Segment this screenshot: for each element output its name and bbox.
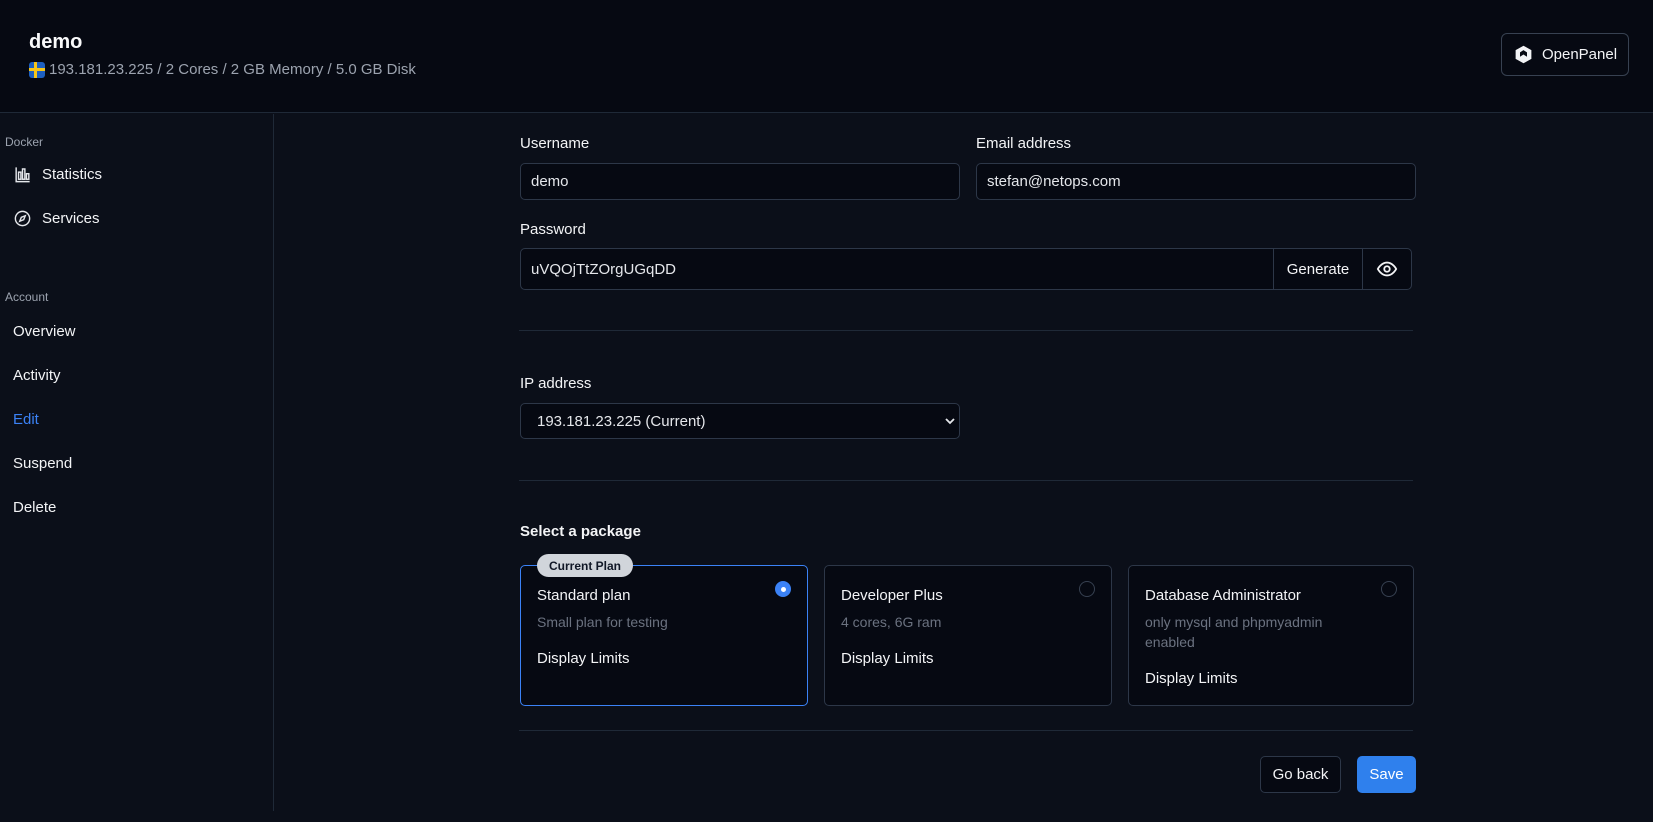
username-label: Username [520,135,590,152]
package-name: Standard plan [537,587,631,604]
ip-address-selected-value: 193.181.23.225 (Current) [537,412,706,430]
package-radio[interactable] [775,581,791,597]
openpanel-button[interactable]: OpenPanel [1501,33,1629,76]
server-summary: 193.181.23.225 / 2 Cores / 2 GB Memory /… [29,61,416,78]
display-limits-link[interactable]: Display Limits [841,650,934,667]
package-card-database-administrator[interactable]: Database Administrator only mysql and ph… [1128,565,1414,706]
sidebar-item-statistics[interactable]: Statistics [13,165,102,184]
sidebar-item-delete[interactable]: Delete [13,499,56,516]
sidebar-section-docker: Docker [5,135,44,149]
sidebar-item-suspend[interactable]: Suspend [13,455,72,472]
compass-icon [14,210,31,227]
package-description: Small plan for testing [537,614,668,630]
package-description-line: enabled [1145,634,1195,650]
package-description: 4 cores, 6G ram [841,614,942,630]
package-description-line: only mysql and phpmyadmin [1145,614,1323,630]
sweden-flag-icon [29,61,45,78]
go-back-button[interactable]: Go back [1260,756,1341,793]
package-name: Database Administrator [1145,587,1301,604]
sidebar-item-overview[interactable]: Overview [13,323,76,340]
divider [519,730,1413,731]
sidebar: Docker Statistics Services Account Overv… [0,114,274,811]
divider [519,480,1413,481]
eye-icon [1376,261,1398,277]
email-label: Email address [976,135,1072,152]
package-card-developer-plus[interactable]: Developer Plus 4 cores, 6G ram Display L… [824,565,1112,706]
edit-user-form: Username demo Email address stefan@netop… [275,114,1653,822]
sidebar-item-activity[interactable]: Activity [13,367,61,384]
save-button[interactable]: Save [1357,756,1416,793]
ip-address-label: IP address [520,375,592,392]
package-card-standard[interactable]: Standard plan Small plan for testing Dis… [520,565,808,706]
chart-bar-icon [15,167,30,183]
username-input[interactable]: demo [520,163,960,200]
sidebar-item-label: Services [42,210,100,227]
divider [519,330,1413,331]
generate-password-button[interactable]: Generate [1273,248,1363,290]
openpanel-logo-icon [1515,45,1532,64]
sidebar-item-label: Statistics [42,166,103,183]
package-heading: Select a package [520,523,641,540]
password-input[interactable]: uVQOjTtZOrgUGqDD [520,248,1274,290]
package-name: Developer Plus [841,587,943,604]
ip-address-select[interactable]: 193.181.23.225 (Current) [520,403,960,439]
package-radio[interactable] [1079,581,1095,597]
sidebar-section-account: Account [5,290,49,304]
top-header: demo 193.181.23.225 / 2 Cores / 2 GB Mem… [0,0,1653,113]
current-plan-badge: Current Plan [537,554,634,577]
email-input[interactable]: stefan@netops.com [976,163,1416,200]
password-label: Password [520,221,586,238]
display-limits-link[interactable]: Display Limits [537,650,630,667]
sidebar-item-services[interactable]: Services [13,209,100,228]
display-limits-link[interactable]: Display Limits [1145,670,1238,687]
toggle-password-visibility-button[interactable] [1362,248,1412,290]
sidebar-item-edit[interactable]: Edit [13,411,39,428]
server-summary-text: 193.181.23.225 / 2 Cores / 2 GB Memory /… [49,61,416,78]
page-title: demo [29,31,83,53]
openpanel-label: OpenPanel [1541,46,1618,63]
chevron-down-icon [945,418,955,425]
package-radio[interactable] [1381,581,1397,597]
package-description: only mysql and phpmyadmin enabled [1145,612,1322,652]
